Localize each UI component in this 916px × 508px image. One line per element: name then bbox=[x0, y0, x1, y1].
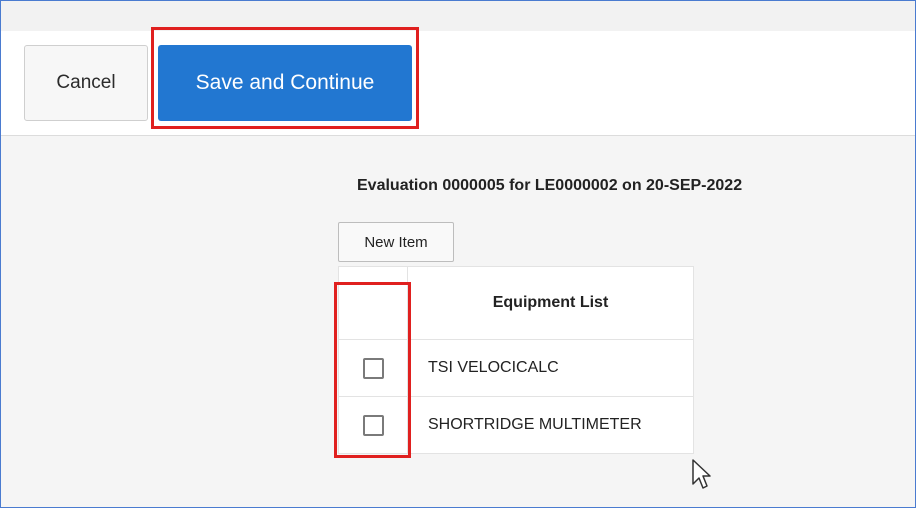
top-strip bbox=[1, 1, 915, 32]
page-title: Evaluation 0000005 for LE0000002 on 20-S… bbox=[357, 177, 743, 194]
mouse-pointer-icon bbox=[692, 459, 711, 489]
new-item-button[interactable]: New Item bbox=[338, 222, 454, 262]
table-row: SHORTRIDGE MULTIMETER bbox=[338, 396, 694, 454]
equipment-table: Equipment List TSI VELOCICALC SHORTRIDGE… bbox=[338, 266, 694, 454]
app-window: Cancel Save and Continue Evaluation 0000… bbox=[0, 0, 916, 508]
row-select-cell bbox=[338, 339, 408, 397]
toolbar: Cancel Save and Continue bbox=[1, 31, 915, 136]
cancel-button[interactable]: Cancel bbox=[24, 45, 148, 121]
equipment-name-cell: TSI VELOCICALC bbox=[407, 339, 694, 397]
save-and-continue-button[interactable]: Save and Continue bbox=[158, 45, 412, 121]
row-checkbox[interactable] bbox=[362, 357, 384, 379]
table-header-row: Equipment List bbox=[338, 266, 694, 340]
row-select-cell bbox=[338, 396, 408, 454]
equipment-list-header: Equipment List bbox=[407, 266, 694, 340]
equipment-name-cell: SHORTRIDGE MULTIMETER bbox=[407, 396, 694, 454]
row-checkbox[interactable] bbox=[362, 414, 384, 436]
select-column-header bbox=[338, 266, 408, 340]
table-row: TSI VELOCICALC bbox=[338, 339, 694, 397]
